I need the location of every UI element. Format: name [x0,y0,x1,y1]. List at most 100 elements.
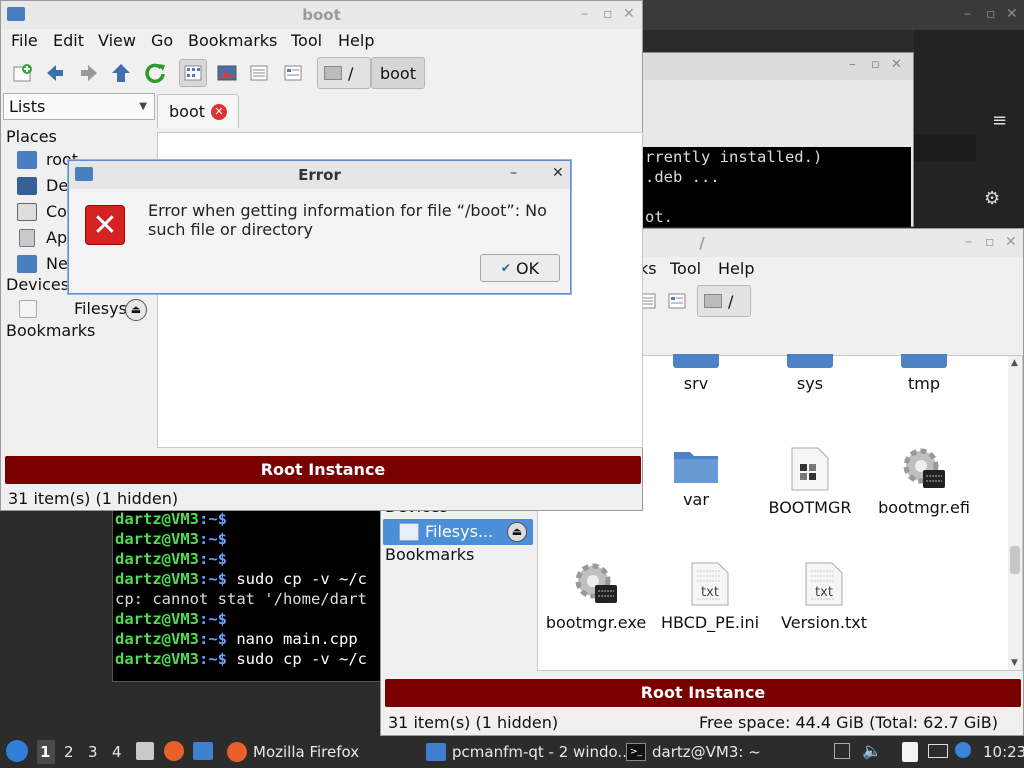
folder-launcher-icon[interactable] [193,742,213,760]
search-box[interactable] [914,134,976,162]
sidebar-bookmarks-header: Bookmarks [6,321,96,340]
maximize-icon[interactable]: ▫ [871,57,880,72]
sidebar-item-label: Filesys... [425,522,494,541]
file-item[interactable]: txt Version.txt [769,561,879,632]
terminal-icon: >_ [626,743,646,761]
file-item[interactable]: var [641,446,751,509]
detailed-view-icon[interactable] [245,59,273,87]
menu-help[interactable]: Help [718,259,754,278]
menu-help[interactable]: Help [338,31,374,50]
start-menu-icon[interactable] [6,740,28,762]
up-icon[interactable] [107,59,135,87]
eject-icon[interactable]: ⏏ [125,299,147,321]
file-item[interactable]: tmp [869,346,979,393]
text-file-icon: txt [804,561,844,607]
terminal-line: cp: cannot stat '/home/dart [115,590,367,608]
scrollbar[interactable]: ▲ ▼ [1008,356,1022,670]
volume-icon[interactable]: 🔈 [862,741,882,760]
status-free-space: Free space: 44.4 GiB (Total: 62.7 GiB) [699,713,998,732]
compact-view-icon[interactable] [663,287,691,315]
firefox-launcher-icon[interactable] [164,741,184,761]
file-item[interactable]: txt HBCD_PE.ini [655,561,765,632]
menu-tool[interactable]: Tool [670,259,701,278]
task-firefox[interactable]: Mozilla Firefox [223,738,363,766]
icon-view-icon[interactable] [179,59,207,87]
path-root-button[interactable]: / [317,57,371,89]
menu-tool[interactable]: Tool [291,31,322,50]
minimize-icon[interactable]: – [849,57,856,72]
minimize-icon[interactable]: – [965,234,972,250]
sidebar-item-filesystem[interactable]: Filesys... ⏏ [383,519,533,545]
close-icon[interactable]: ✕ [552,165,564,181]
task-pcmanfm[interactable]: pcmanfm-qt - 2 windo... [422,738,636,766]
chevron-down-icon: ▼ [139,101,147,112]
task-label: pcmanfm-qt - 2 windo... [452,743,632,761]
minimize-icon[interactable]: – [581,6,588,22]
menu-bookmarks[interactable]: Bookmarks [188,31,277,50]
ok-button[interactable]: ✔ OK [480,254,560,282]
maximize-icon[interactable]: ▫ [603,6,613,22]
terminal-line: dartz@VM3:~$ [113,609,401,629]
file-item[interactable]: bootmgr.efi [869,446,979,517]
minimize-icon[interactable]: – [964,6,971,22]
task-terminal[interactable]: >_ dartz@VM3: ~ [622,738,765,766]
clock[interactable]: 10:23 [983,743,1024,761]
gear-icon[interactable]: ⚙ [984,188,1000,209]
back-icon[interactable] [41,59,69,87]
text-file-icon: txt [690,561,730,607]
sidebar-item-label: Co [46,202,67,221]
tray-up-icon[interactable] [834,743,850,759]
file-manager-launcher-icon[interactable] [136,742,154,760]
command-text: nano main.cpp [227,630,358,648]
maximize-icon[interactable]: ▫ [986,6,996,22]
titlebar: boot – ▫ ✕ [1,1,642,29]
close-icon[interactable]: ✕ [1006,6,1018,22]
workspace-2[interactable]: 2 [64,743,74,761]
clipboard-icon[interactable] [902,742,918,762]
file-item[interactable]: sys [755,346,865,393]
menu-file[interactable]: File [11,31,38,50]
executable-icon [573,561,619,607]
path-boot-button[interactable]: boot [371,57,425,89]
sidebar-item-filesystem[interactable]: Filesys... ⏏ [3,297,155,321]
terminal-output[interactable]: rrently installed.) .deb ... ot. [643,147,911,227]
folder-icon [901,354,947,368]
sidebar-item-label: De [46,176,69,195]
terminal-window[interactable]: dartz@VM3:~$ dartz@VM3:~$ dartz@VM3:~$ dart… [112,500,402,682]
terminal-line: dartz@VM3:~$ [113,549,401,569]
tab-boot[interactable]: boot ✕ [157,94,239,128]
close-tab-icon[interactable]: ✕ [211,104,227,120]
close-icon[interactable]: ✕ [891,57,902,72]
sidebar-mode-select[interactable]: Lists ▼ [3,93,155,120]
thumbnail-view-icon[interactable] [213,59,241,87]
new-tab-icon[interactable] [9,59,37,87]
file-name: sys [796,374,824,393]
compact-view-icon[interactable] [279,59,307,87]
network-icon[interactable] [928,744,948,758]
prompt-path: :~$ [199,630,227,648]
error-message: Error when getting information for file … [148,201,547,239]
workspace-1[interactable]: 1 [40,743,50,761]
path-root-button[interactable]: / [697,285,751,317]
close-icon[interactable]: ✕ [623,6,635,22]
workspace-3[interactable]: 3 [88,743,98,761]
close-icon[interactable]: ✕ [1005,234,1017,250]
menu-go[interactable]: Go [151,31,173,50]
file-item[interactable]: BOOTMGR [755,446,865,517]
minimize-icon[interactable]: – [510,165,517,181]
file-item[interactable]: bootmgr.exe [541,561,651,632]
hamburger-menu-icon[interactable]: ≡ [992,110,1007,131]
reload-icon[interactable] [141,59,169,87]
file-item[interactable]: srv [641,346,751,393]
workspace-4[interactable]: 4 [112,743,122,761]
eject-icon[interactable]: ⏏ [507,522,527,542]
menu-edit[interactable]: Edit [53,31,84,50]
drive-icon [399,523,419,541]
menu-view[interactable]: View [98,31,136,50]
update-notifier-icon[interactable] [955,742,971,758]
maximize-icon[interactable]: ▫ [985,234,995,250]
forward-icon[interactable] [75,59,103,87]
background-dark-window: ≡ ⚙ [914,30,1024,230]
window-title: boot [302,6,341,24]
